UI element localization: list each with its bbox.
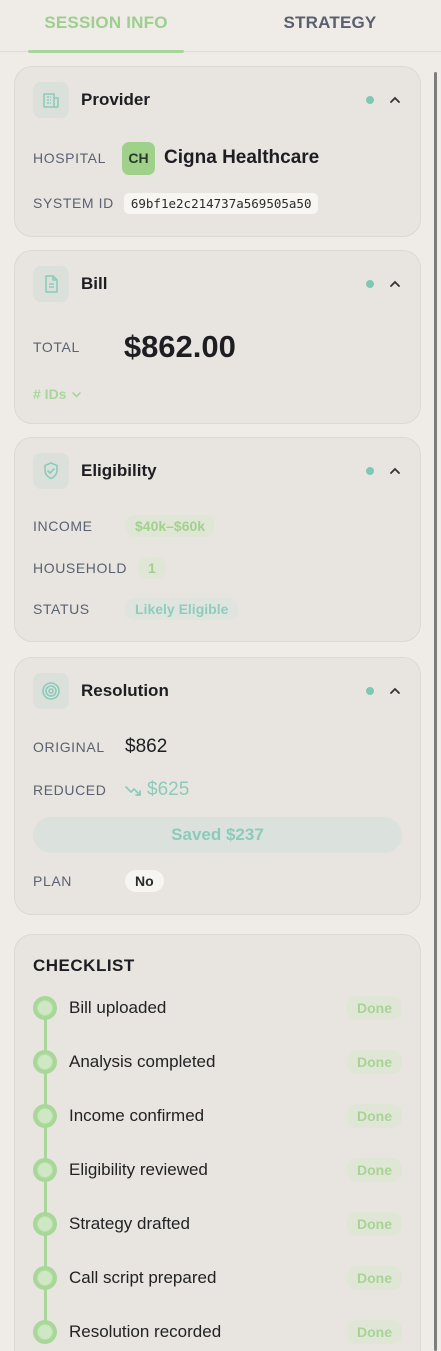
checklist-item-label: Resolution recorded xyxy=(69,1322,222,1341)
saved-banner: Saved $237 xyxy=(33,817,402,853)
hospital-label: HOSPITAL xyxy=(33,150,107,166)
chevron-up-icon[interactable] xyxy=(388,464,402,478)
checklist-item: Eligibility reviewed Done xyxy=(33,1155,402,1185)
status-badge: Likely Eligible xyxy=(125,598,239,620)
reduced-amount: $625 xyxy=(147,779,190,800)
check-circle-icon xyxy=(33,1050,57,1074)
income-label: INCOME xyxy=(33,518,93,534)
check-circle-icon xyxy=(33,1212,57,1236)
household-badge: 1 xyxy=(138,557,166,579)
checklist-item-label: Call script prepared xyxy=(69,1268,217,1287)
chevron-up-icon[interactable] xyxy=(388,684,402,698)
checklist-item: Analysis completed Done xyxy=(33,1047,402,1077)
chevron-up-icon[interactable] xyxy=(388,277,402,291)
status-badge: Done xyxy=(347,996,402,1020)
system-id-label: SYSTEM ID xyxy=(33,195,114,211)
checklist-item-label: Income confirmed xyxy=(69,1106,205,1125)
tab-session-info[interactable]: SESSION INFO xyxy=(28,0,184,53)
checklist-title: CHECKLIST xyxy=(33,956,135,975)
total-label: TOTAL xyxy=(33,339,80,355)
ids-toggle[interactable]: # IDs xyxy=(33,384,82,404)
provider-title: Provider xyxy=(81,90,150,109)
checklist-item: Resolution recorded Done xyxy=(33,1317,402,1347)
system-id-value: 69bf1e2c214737a569505a50 xyxy=(123,192,319,214)
original-amount: $862 xyxy=(125,736,168,757)
shield-check-icon xyxy=(33,453,69,489)
hospital-avatar: CH xyxy=(122,141,156,175)
status-dot xyxy=(366,467,374,475)
plan-badge: No xyxy=(125,870,164,892)
checklist-item-label: Analysis completed xyxy=(69,1052,216,1071)
resolution-card: Resolution ORIGINAL $862 REDUCED $625 Sa… xyxy=(14,657,421,915)
resolution-title: Resolution xyxy=(81,681,169,700)
hospital-name: Cigna Healthcare xyxy=(164,147,320,168)
bill-total: $862.00 xyxy=(123,329,236,364)
check-circle-icon xyxy=(33,1266,57,1290)
tab-strategy[interactable]: STRATEGY xyxy=(268,0,392,52)
tab-bar: SESSION INFO STRATEGY xyxy=(0,0,441,53)
checklist-card: CHECKLIST Bill uploaded Done Analysis co… xyxy=(14,934,421,1351)
trending-down-icon xyxy=(125,783,143,797)
reduced-label: REDUCED xyxy=(33,782,107,798)
status-badge: Done xyxy=(347,1050,402,1074)
scrollbar[interactable] xyxy=(434,72,437,1351)
hospital-icon xyxy=(33,82,69,118)
eligibility-title: Eligibility xyxy=(81,461,157,480)
income-badge: $40k–$60k xyxy=(125,515,216,537)
status-dot xyxy=(366,96,374,104)
status-badge: Done xyxy=(347,1158,402,1182)
status-dot xyxy=(366,687,374,695)
resolution-header[interactable]: Resolution xyxy=(33,672,402,710)
status-badge: Done xyxy=(347,1266,402,1290)
provider-card: Provider HOSPITAL CH Cigna Healthcare SY… xyxy=(14,66,421,237)
target-icon xyxy=(33,673,69,709)
bill-card: Bill TOTAL $862.00 # IDs xyxy=(14,250,421,424)
checklist-item-label: Strategy drafted xyxy=(69,1214,190,1233)
chevron-down-icon xyxy=(71,389,82,400)
provider-header[interactable]: Provider xyxy=(33,81,402,119)
chevron-up-icon[interactable] xyxy=(388,93,402,107)
checklist-item: Call script prepared Done xyxy=(33,1263,402,1293)
plan-label: PLAN xyxy=(33,873,72,889)
bill-header[interactable]: Bill xyxy=(33,265,402,303)
check-circle-icon xyxy=(33,1158,57,1182)
checklist-item: Income confirmed Done xyxy=(33,1101,402,1131)
ids-toggle-label: # IDs xyxy=(33,386,67,402)
eligibility-card: Eligibility INCOME $40k–$60k HOUSEHOLD 1… xyxy=(14,437,421,642)
checklist-item-label: Eligibility reviewed xyxy=(69,1160,208,1179)
status-badge: Done xyxy=(347,1212,402,1236)
original-label: ORIGINAL xyxy=(33,739,105,755)
check-circle-icon xyxy=(33,1104,57,1128)
checklist-item: Strategy drafted Done xyxy=(33,1209,402,1239)
status-label: STATUS xyxy=(33,601,90,617)
household-label: HOUSEHOLD xyxy=(33,560,128,576)
check-circle-icon xyxy=(33,996,57,1020)
status-badge: Done xyxy=(347,1104,402,1128)
status-dot xyxy=(366,280,374,288)
checklist-item: Bill uploaded Done xyxy=(33,993,402,1023)
check-circle-icon xyxy=(33,1320,57,1344)
status-badge: Done xyxy=(347,1320,402,1344)
bill-title: Bill xyxy=(81,274,108,293)
eligibility-header[interactable]: Eligibility xyxy=(33,452,402,490)
document-icon xyxy=(33,266,69,302)
checklist-item-label: Bill uploaded xyxy=(69,998,167,1017)
